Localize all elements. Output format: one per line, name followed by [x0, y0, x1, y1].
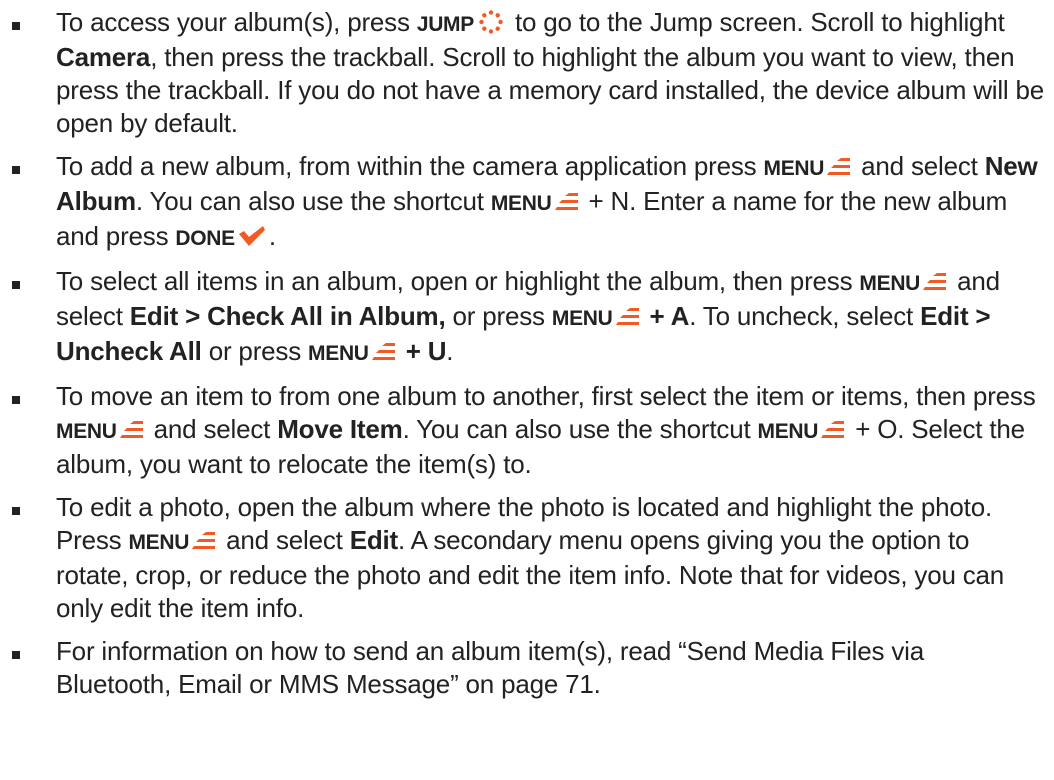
text: and select	[146, 414, 278, 444]
text: To access your album(s), press	[56, 7, 417, 37]
list-item-new-album: To add a new album, from within the came…	[0, 150, 1054, 255]
move-item-label: Move Item	[277, 414, 403, 444]
menu-lines-icon	[821, 415, 845, 438]
text: To select all items in an album, open or…	[56, 266, 860, 296]
list-item-check-all: To select all items in an album, open or…	[0, 265, 1054, 370]
text: . You can also use the shortcut	[402, 414, 758, 444]
menu-key-label: MENU	[308, 342, 369, 365]
menu-key-label: MENU	[859, 272, 921, 295]
bullet-marker	[12, 22, 20, 30]
text: For information on how to send an album …	[56, 636, 924, 699]
menu-lines-icon	[827, 152, 851, 175]
checkmark-icon	[237, 222, 267, 246]
done-key-label: DONE	[175, 227, 235, 250]
text: or press	[201, 336, 309, 366]
text: , then press the trackball. Scroll to hi…	[56, 42, 1045, 138]
shortcut-u-label: + U	[398, 336, 447, 366]
text: . To uncheck, select	[689, 301, 921, 331]
list-item-move-item: To move an item to from one album to ano…	[0, 380, 1054, 481]
check-all-label: Edit > Check All in Album,	[129, 301, 446, 331]
instruction-list: To access your album(s), press JUMP to g…	[0, 6, 1054, 701]
menu-lines-icon	[371, 337, 396, 360]
shortcut-a-label: + A	[642, 301, 690, 331]
list-item-edit-photo: To edit a photo, open the album where th…	[0, 491, 1054, 625]
menu-lines-icon	[119, 415, 144, 438]
jump-key-label: JUMP	[416, 13, 474, 36]
bullet-marker	[12, 281, 20, 289]
bullet-marker	[12, 396, 20, 404]
bullet-marker	[12, 507, 20, 515]
text: .	[268, 221, 276, 251]
menu-lines-icon	[192, 526, 216, 549]
list-item-send-info: For information on how to send an album …	[0, 635, 1054, 701]
text: .	[446, 336, 454, 366]
menu-key-label: MENU	[128, 531, 190, 554]
menu-lines-icon	[615, 302, 640, 325]
text: and select	[854, 151, 985, 181]
edit-label: Edit	[349, 525, 399, 555]
bullet-marker	[12, 651, 20, 659]
text: to go to the Jump screen. Scroll to high…	[507, 7, 1005, 37]
text: or press	[445, 301, 552, 331]
jump-dots-icon	[478, 9, 504, 35]
text: To add a new album, from within the came…	[56, 151, 764, 181]
menu-lines-icon	[554, 187, 579, 210]
menu-key-label: MENU	[551, 307, 613, 330]
menu-lines-icon	[923, 267, 947, 290]
text: and select	[219, 525, 350, 555]
list-item-access-album: To access your album(s), press JUMP to g…	[0, 6, 1054, 140]
menu-key-label: MENU	[757, 420, 819, 443]
text: To move an item to from one album to ano…	[56, 381, 1036, 411]
bullet-marker	[12, 166, 20, 174]
menu-key-label: MENU	[490, 192, 552, 215]
text: . You can also use the shortcut	[135, 186, 491, 216]
menu-key-label: MENU	[56, 420, 117, 443]
camera-label: Camera	[56, 42, 151, 72]
menu-key-label: MENU	[763, 157, 825, 180]
manual-page: To access your album(s), press JUMP to g…	[0, 0, 1054, 780]
